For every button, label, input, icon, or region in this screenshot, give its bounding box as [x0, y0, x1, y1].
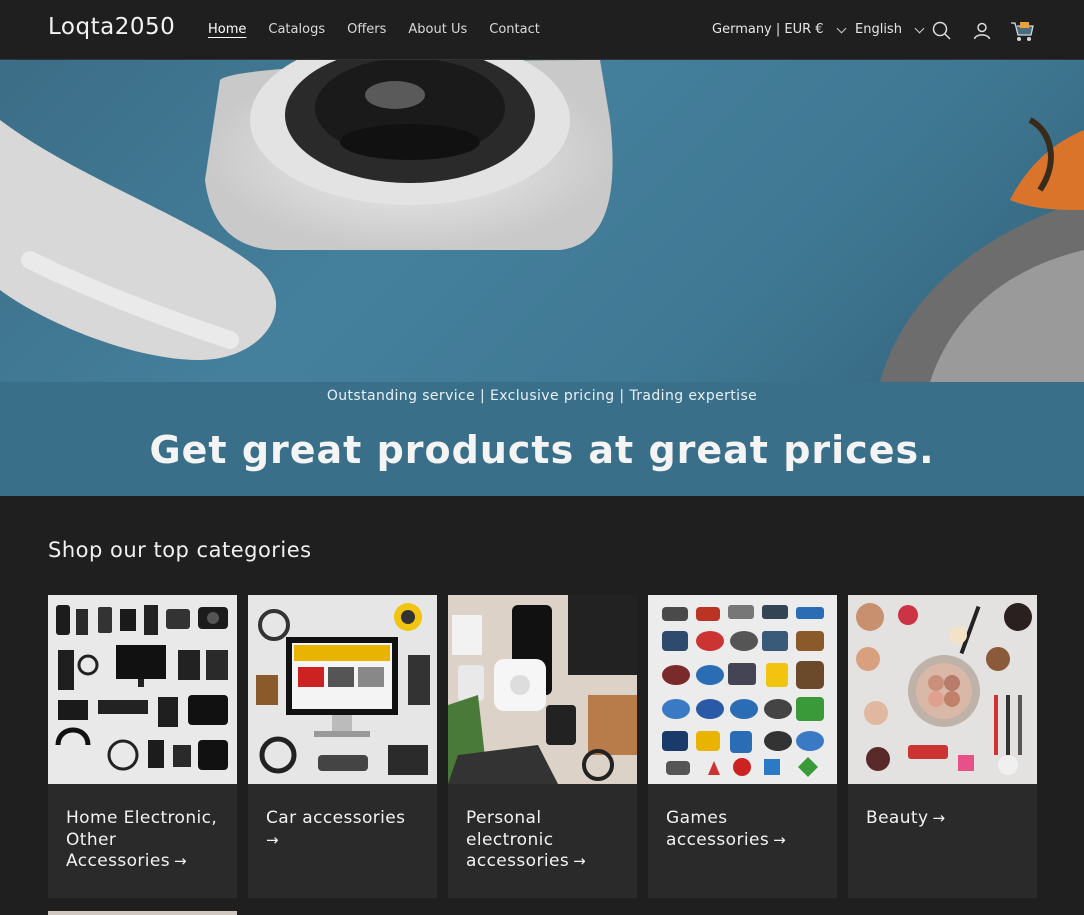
category-label: Personal electronic accessories → [448, 784, 637, 873]
category-label: Car accessories → [248, 784, 437, 851]
category-label-text: Games accessories [666, 808, 770, 850]
category-label: Home Electronic, Other Accessories → [48, 784, 237, 873]
arrow-right-icon: → [266, 830, 279, 849]
category-image-games-accessories [648, 595, 837, 784]
search-icon[interactable] [931, 20, 953, 42]
language-label: English [855, 22, 902, 37]
arrow-right-icon: → [932, 809, 946, 827]
arrow-right-icon: → [773, 830, 787, 849]
category-label-text: Beauty [866, 808, 929, 828]
language-selector[interactable]: English [855, 22, 925, 37]
cart-icon[interactable] [1009, 18, 1035, 44]
category-card-home-electronics[interactable]: Home Electronic, Other Accessories → [48, 595, 237, 898]
nav-contact[interactable]: Contact [489, 22, 540, 37]
category-card-games-accessories[interactable]: Games accessories → [648, 595, 837, 898]
announcement-tagline: Outstanding service | Exclusive pricing … [326, 388, 758, 404]
arrow-right-icon: → [174, 852, 187, 870]
main-nav: Home Catalogs Offers About Us Contact [208, 22, 540, 37]
arrow-right-icon: → [573, 852, 587, 870]
category-image-home-electronics [48, 595, 237, 784]
hero-banner-image [0, 60, 1084, 382]
category-label: Games accessories → [648, 784, 837, 851]
country-currency-label: Germany | EUR € [712, 22, 824, 37]
nav-offers[interactable]: Offers [347, 22, 386, 37]
site-header: Loqta2050 Home Catalogs Offers About Us … [0, 0, 1084, 60]
categories-title: Shop our top categories [48, 538, 312, 562]
category-card-partial[interactable] [48, 911, 237, 915]
category-label-text: Home Electronic, Other Accessories [66, 808, 218, 871]
category-label-text: Car accessories [266, 808, 406, 828]
nav-home[interactable]: Home [208, 22, 246, 37]
category-label-text: Personal electronic accessories [466, 808, 570, 871]
category-card-car-accessories[interactable]: Car accessories → [248, 595, 437, 898]
site-logo[interactable]: Loqta2050 [48, 14, 175, 40]
category-image-car-accessories [248, 595, 437, 784]
category-label: Beauty → [848, 784, 1037, 830]
chevron-down-icon [914, 23, 925, 33]
category-grid: Home Electronic, Other Accessories → Car … [48, 595, 1037, 898]
category-image-beauty [848, 595, 1037, 784]
category-image-personal-electronics [448, 595, 637, 784]
category-card-personal-electronics[interactable]: Personal electronic accessories → [448, 595, 637, 898]
country-currency-selector[interactable]: Germany | EUR € [712, 22, 847, 37]
nav-catalogs[interactable]: Catalogs [268, 22, 325, 37]
hero-headline: Get great products at great prices. [149, 428, 935, 472]
nav-about-us[interactable]: About Us [408, 22, 467, 37]
category-card-beauty[interactable]: Beauty → [848, 595, 1037, 898]
account-icon[interactable] [971, 20, 993, 42]
chevron-down-icon [836, 23, 847, 33]
